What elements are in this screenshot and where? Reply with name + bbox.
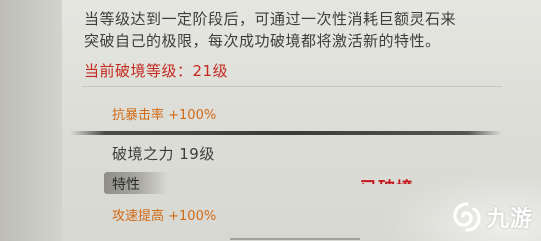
power-name-level[interactable]: 破境之力 19级 (112, 143, 215, 164)
stat-attack-speed: 攻速提高 +100% (112, 209, 217, 224)
watermark-text: 九游 (486, 207, 533, 232)
brush-divider (70, 131, 502, 135)
stat-crit-resist: 抗暴击率 +100% (112, 108, 217, 123)
description-line-1: 当等级达到一定阶段后，可通过一次性消耗巨额灵石来 (84, 10, 457, 28)
description-line-2: 突破自己的极限，每次成功破境都将激活新的特性。 (84, 32, 441, 50)
bottom-divider (230, 238, 360, 240)
breakthrough-description: 当等级达到一定阶段后，可通过一次性消耗巨额灵石来 突破自己的极限，每次成功破境都… (84, 8, 484, 52)
panel-left-edge (0, 0, 62, 241)
swirl-logo-icon (453, 202, 481, 232)
watermark: 九游 (451, 201, 533, 233)
trait-tag-label: 特性 (112, 177, 140, 193)
section-divider (82, 86, 502, 87)
current-breakthrough-level: 当前破境等级：21级 (84, 62, 229, 80)
